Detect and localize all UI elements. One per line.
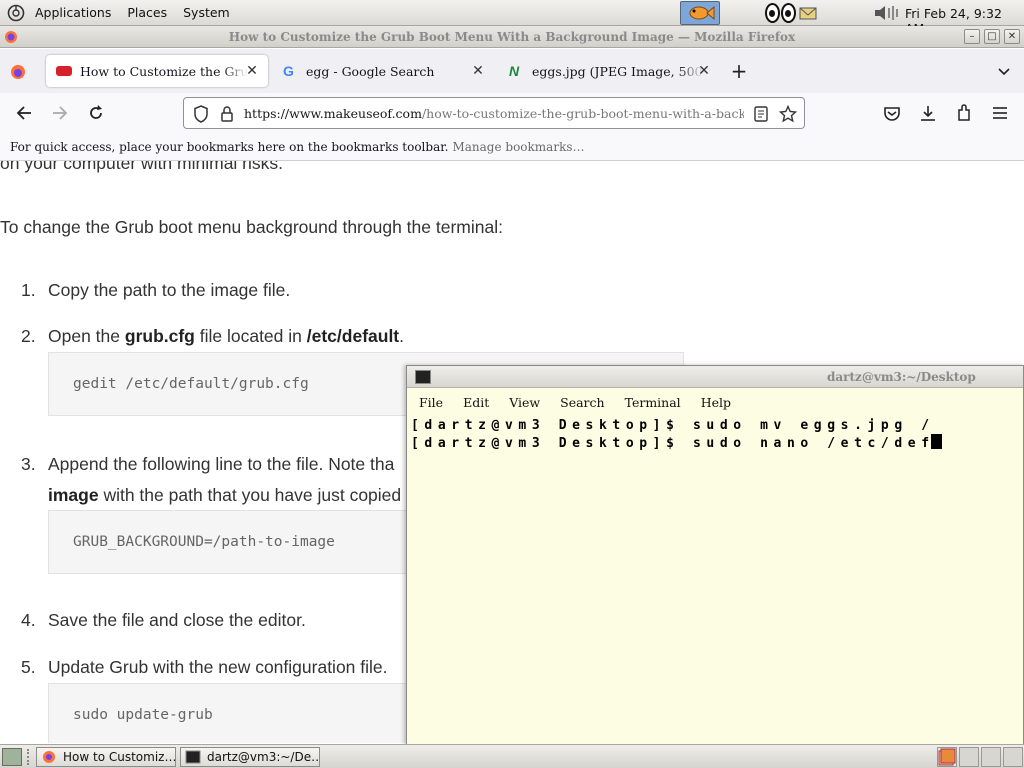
- volume-icon[interactable]: [873, 4, 899, 22]
- step-text: Save the file and close the editor.: [48, 610, 306, 630]
- tab-close-icon[interactable]: ✕: [696, 63, 712, 79]
- terminal-titlebar[interactable]: dartz@vm3:~/Desktop: [407, 366, 1023, 388]
- taskbar-item-label: How to Customiz…: [63, 750, 176, 764]
- code-text: GRUB_BACKGROUND=/path-to-image: [73, 534, 335, 550]
- terminal-menu-edit[interactable]: Edit: [455, 395, 497, 410]
- maximize-button[interactable]: □: [984, 29, 1000, 44]
- tab-google-search[interactable]: G egg - Google Search ✕: [272, 55, 494, 87]
- terminal-line-current: [dartz@vm3 Desktop]$ sudo nano /etc/def: [411, 434, 1017, 452]
- tab-label: eggs.jpg (JPEG Image, 500 × 500 pixels): [532, 63, 704, 79]
- url-path: /how-to-customize-the-grub-boot-menu-wit…: [421, 106, 744, 121]
- applications-menu[interactable]: Applications: [27, 5, 119, 20]
- terminal-icon: [415, 370, 431, 384]
- terminal-menu-view[interactable]: View: [501, 395, 548, 410]
- terminal-menu-terminal[interactable]: Terminal: [617, 395, 689, 410]
- firefox-icon: [4, 30, 18, 44]
- eyes-applet-icon: [765, 3, 796, 23]
- navigation-toolbar: https://www.makeuseof.com/how-to-customi…: [0, 93, 1024, 133]
- terminal-cursor: [930, 434, 942, 449]
- tab-makeuseof[interactable]: How to Customize the Grub Boot Menu With…: [46, 55, 268, 87]
- step-text-continued: image with the path that you have just c…: [48, 485, 402, 505]
- code-text: sudo update-grub: [73, 707, 213, 723]
- workspace-4[interactable]: [1003, 747, 1023, 767]
- terminal-icon: [185, 750, 201, 764]
- tab-label: egg - Google Search: [306, 63, 435, 79]
- step-number: 5.: [21, 657, 36, 677]
- reader-view-icon[interactable]: [754, 106, 768, 122]
- workspace-3[interactable]: [981, 747, 1001, 767]
- url-bar[interactable]: https://www.makeuseof.com/how-to-customi…: [183, 97, 805, 129]
- tab-close-icon[interactable]: ✕: [244, 63, 260, 79]
- extensions-icon[interactable]: [955, 104, 973, 122]
- panel-grip[interactable]: [27, 749, 31, 765]
- article-text-cut: on your computer with minimal risks.: [0, 161, 283, 173]
- terminal-window[interactable]: dartz@vm3:~/Desktop File Edit View Searc…: [406, 365, 1024, 745]
- firefox-icon: [43, 751, 55, 763]
- top-panel: Applications Places System Fri Feb 24, 9…: [0, 0, 1024, 36]
- step-number: 2.: [21, 326, 36, 346]
- terminal-line: [dartz@vm3 Desktop]$ sudo mv eggs.jpg /: [411, 418, 935, 433]
- terminal-title: dartz@vm3:~/Desktop: [827, 370, 976, 384]
- code-text: gedit /etc/default/grub.cfg: [73, 376, 309, 392]
- svg-text:N: N: [509, 63, 520, 79]
- shield-icon[interactable]: [193, 105, 209, 123]
- step-text: Append the following line to the file. N…: [48, 454, 395, 474]
- bookmarks-hint: For quick access, place your bookmarks h…: [10, 139, 449, 154]
- minimize-button[interactable]: –: [964, 29, 980, 44]
- svg-text:G: G: [283, 63, 294, 79]
- taskbar-item-label: dartz@vm3:~/De…: [207, 750, 320, 764]
- workspace-2[interactable]: [959, 747, 979, 767]
- chevron-down-icon[interactable]: [996, 63, 1012, 79]
- terminal-menubar: File Edit View Search Terminal Help: [407, 389, 1023, 415]
- terminal-menu-search[interactable]: Search: [552, 395, 612, 410]
- article-intro: To change the Grub boot menu background …: [0, 217, 503, 237]
- system-menu[interactable]: System: [175, 5, 238, 20]
- downloads-icon[interactable]: [919, 104, 937, 122]
- window-title: How to Customize the Grub Boot Menu With…: [228, 29, 796, 44]
- workspace-1[interactable]: [937, 747, 957, 767]
- makeuseof-favicon-icon: [56, 66, 72, 76]
- tab-close-icon[interactable]: ✕: [470, 63, 486, 79]
- step-text: Copy the path to the image file.: [48, 280, 291, 300]
- terminal-output[interactable]: [dartz@vm3 Desktop]$ sudo mv eggs.jpg /[…: [411, 417, 1017, 452]
- step-text: Open the grub.cfg file located in /etc/d…: [48, 326, 405, 346]
- step-number: 3.: [21, 454, 36, 474]
- taskbar-item-firefox[interactable]: How to Customiz…: [36, 747, 176, 767]
- fish-applet-icon[interactable]: [680, 1, 720, 25]
- taskbar-item-terminal[interactable]: dartz@vm3:~/De…: [180, 747, 320, 767]
- firefox-view-icon[interactable]: [10, 64, 26, 80]
- show-desktop-button[interactable]: [2, 748, 22, 766]
- tab-label: How to Customize the Grub Boot Menu With…: [80, 63, 248, 79]
- terminal-menu-help[interactable]: Help: [693, 395, 739, 410]
- tab-strip: How to Customize the Grub Boot Menu With…: [0, 49, 1024, 93]
- reload-icon[interactable]: [87, 104, 105, 122]
- google-favicon-icon: G: [283, 63, 294, 79]
- bottom-panel: How to Customiz… dartz@vm3:~/De…: [0, 744, 1024, 768]
- step-number: 1.: [21, 280, 36, 300]
- hamburger-menu-icon[interactable]: [991, 104, 1009, 122]
- image-favicon-icon: N: [509, 63, 520, 79]
- forward-arrow-icon[interactable]: [51, 104, 69, 122]
- new-tab-button[interactable]: +: [730, 61, 748, 81]
- window-titlebar[interactable]: How to Customize the Grub Boot Menu With…: [0, 26, 1024, 48]
- step-number: 4.: [21, 610, 36, 630]
- bookmarks-toolbar: For quick access, place your bookmarks h…: [0, 133, 1024, 161]
- url-text[interactable]: https://www.makeuseof.com/how-to-customi…: [244, 106, 744, 121]
- mail-notify-icon[interactable]: [799, 5, 817, 21]
- pocket-icon[interactable]: [883, 104, 901, 122]
- close-window-button[interactable]: ✕: [1004, 29, 1020, 44]
- manage-bookmarks-link[interactable]: Manage bookmarks…: [452, 140, 584, 154]
- lock-icon[interactable]: [220, 105, 234, 123]
- step-text: Update Grub with the new configuration f…: [48, 657, 388, 677]
- terminal-menu-file[interactable]: File: [411, 395, 451, 410]
- places-menu[interactable]: Places: [119, 5, 175, 20]
- back-arrow-icon[interactable]: [15, 104, 33, 122]
- tab-eggs-image[interactable]: N eggs.jpg (JPEG Image, 500 × 500 pixels…: [498, 55, 720, 87]
- bookmark-star-icon[interactable]: [779, 105, 797, 123]
- distro-logo-icon[interactable]: [5, 3, 27, 23]
- url-domain: https://www.makeuseof.com: [244, 106, 422, 121]
